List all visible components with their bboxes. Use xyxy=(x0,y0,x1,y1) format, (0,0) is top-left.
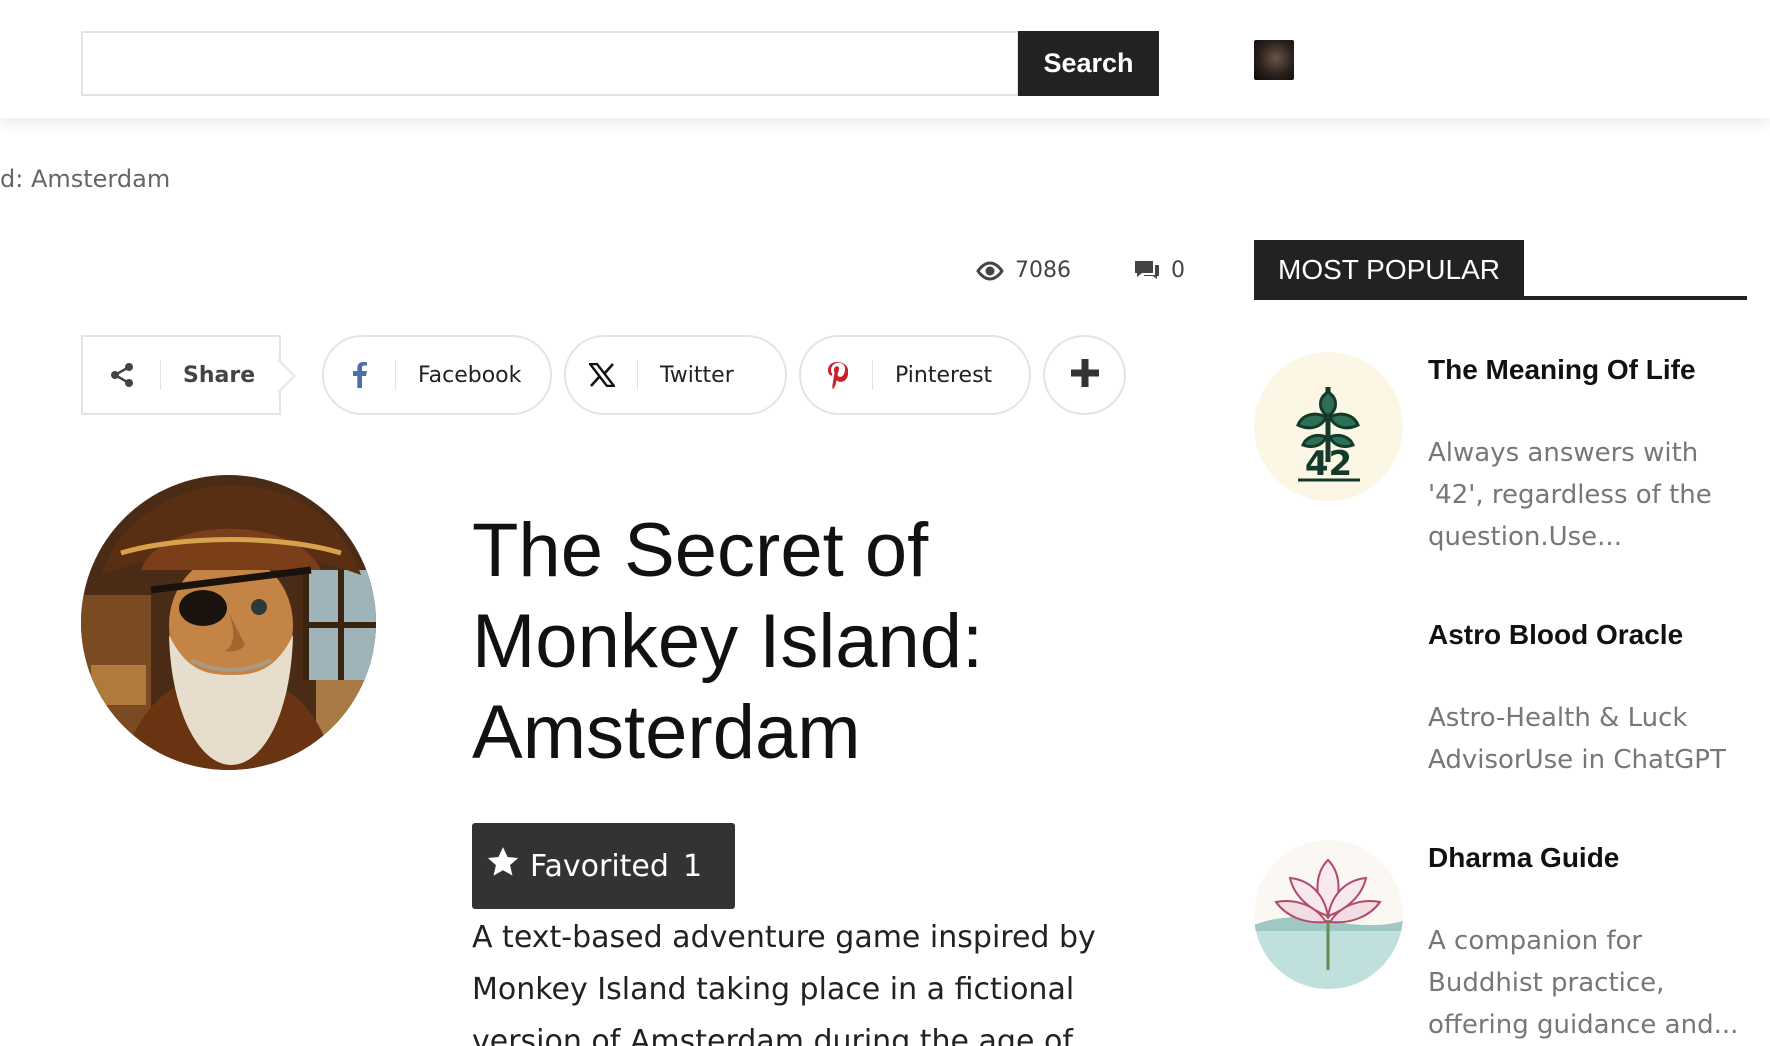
most-popular-heading: MOST POPULAR xyxy=(1254,240,1747,300)
favorite-count: 1 xyxy=(682,848,703,884)
post-meta: 7086 0 xyxy=(975,258,1185,283)
popular-item-desc: Always answers with '42', regardless of … xyxy=(1428,438,1712,552)
post-description: A text-based adventure game inspired by … xyxy=(472,920,1096,1046)
pinterest-share-button[interactable]: Pinterest xyxy=(799,335,1031,415)
twitter-share-button[interactable]: Twitter xyxy=(564,335,787,415)
popular-item-desc: A companion for Buddhist practice, offer… xyxy=(1428,926,1739,1040)
popular-item-title[interactable]: Astro Blood Oracle xyxy=(1428,619,1683,651)
share-icon xyxy=(83,360,161,390)
gpt-avatar-image xyxy=(81,475,376,770)
search-button[interactable]: Search xyxy=(1018,31,1159,96)
eye-icon xyxy=(975,260,1005,281)
lotus-thumbnail[interactable] xyxy=(1254,840,1403,989)
share-label: Share xyxy=(81,335,281,415)
top-header: Search xyxy=(0,0,1770,118)
pinterest-label: Pinterest xyxy=(895,362,993,388)
popular-item-title[interactable]: Dharma Guide xyxy=(1428,842,1619,874)
more-share-button[interactable] xyxy=(1043,335,1126,415)
x-icon xyxy=(566,360,638,390)
post-title: The Secret of Monkey Island: Amsterdam xyxy=(472,508,984,775)
star-icon xyxy=(486,845,520,887)
facebook-icon xyxy=(324,360,396,390)
popular-item-title[interactable]: The Meaning Of Life xyxy=(1428,354,1696,386)
tree-42-thumbnail[interactable]: 42 xyxy=(1254,352,1403,501)
favorite-label: Favorited xyxy=(530,848,669,884)
twitter-label: Twitter xyxy=(660,362,734,388)
user-avatar[interactable] xyxy=(1254,40,1294,80)
views-count: 7086 xyxy=(1015,258,1071,283)
share-text: Share xyxy=(183,362,256,388)
pinterest-icon xyxy=(801,360,873,390)
facebook-share-button[interactable]: Facebook xyxy=(322,335,552,415)
search-input[interactable] xyxy=(81,31,1019,96)
breadcrumb: d: Amsterdam xyxy=(0,165,171,193)
comment-icon[interactable] xyxy=(1133,259,1161,283)
svg-text:42: 42 xyxy=(1305,444,1352,484)
plus-icon xyxy=(1069,357,1101,394)
popular-item-desc: Astro-Health & Luck AdvisorUse in ChatGP… xyxy=(1428,703,1726,775)
comments-count[interactable]: 0 xyxy=(1171,258,1185,283)
favorite-button[interactable]: Favorited 1 xyxy=(472,823,735,909)
facebook-label: Facebook xyxy=(418,362,522,388)
most-popular-label: MOST POPULAR xyxy=(1254,240,1524,300)
